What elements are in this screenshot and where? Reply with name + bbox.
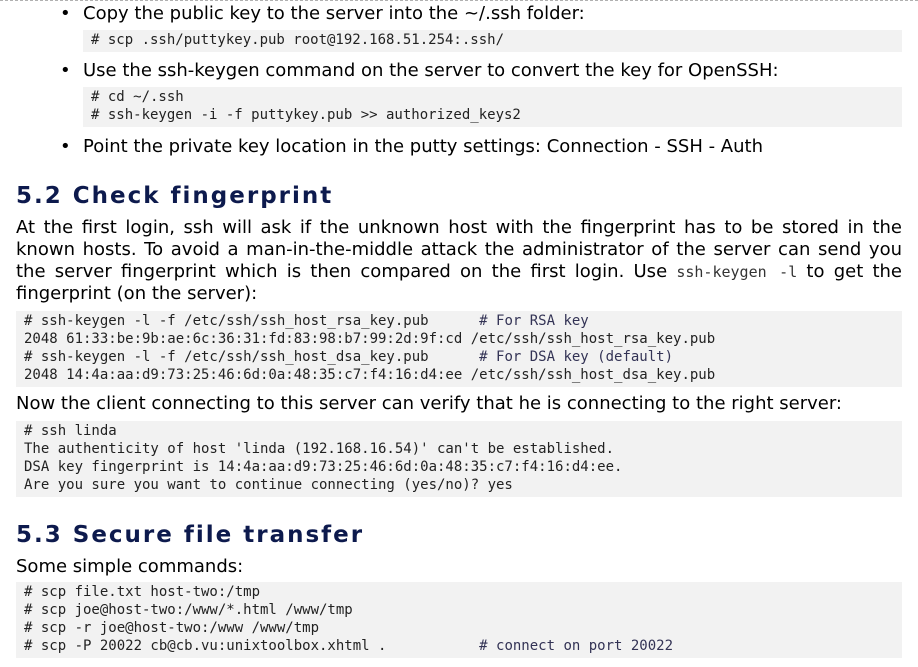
code-line: Are you sure you want to continue connec… xyxy=(24,477,513,493)
document-body: Copy the public key to the server into t… xyxy=(16,0,902,658)
fingerprint-intro-paragraph: At the first login, ssh will ask if the … xyxy=(16,217,902,304)
code-line: # scp -r joe@host-two:/www /www/tmp xyxy=(24,620,320,636)
code-line: DSA key fingerprint is 14:4a:aa:d9:73:25… xyxy=(24,459,623,475)
list-item: Copy the public key to the server into t… xyxy=(16,2,902,26)
section-heading-check-fingerprint: 5.2 Check fingerprint xyxy=(16,183,334,209)
putty-steps-list: Point the private key location in the pu… xyxy=(16,135,902,159)
list-item-text: Use the ssh-keygen command on the server… xyxy=(83,60,779,81)
code-line: # ssh-keygen -l -f /etc/ssh/ssh_host_dsa… xyxy=(24,349,674,365)
code-line: The authenticity of host 'linda (192.168… xyxy=(24,441,615,457)
code-block-fingerprint[interactable]: # ssh-keygen -l -f /etc/ssh/ssh_host_rsa… xyxy=(16,311,902,387)
code-line: # scp joe@host-two:/www/*.html /www/tmp xyxy=(24,602,353,618)
list-item-text: Copy the public key to the server into t… xyxy=(83,3,585,24)
inline-code-ssh-keygen: ssh-keygen -l xyxy=(676,263,798,281)
code-line: # scp .ssh/puttykey.pub root@192.168.51.… xyxy=(91,32,505,48)
code-block-keygen-convert[interactable]: # cd ~/.ssh # ssh-keygen -i -f puttykey.… xyxy=(83,87,902,127)
code-line: 2048 61:33:be:9b:ae:6c:36:31:fd:83:98:b7… xyxy=(24,331,716,347)
code-line: # cd ~/.ssh xyxy=(91,89,184,105)
putty-steps-list: Copy the public key to the server into t… xyxy=(16,0,902,26)
list-item: Use the ssh-keygen command on the server… xyxy=(16,59,902,83)
code-line: # scp file.txt host-two:/tmp xyxy=(24,584,261,600)
code-line: # scp -P 20022 cb@cb.vu:unixtoolbox.xhtm… xyxy=(24,638,674,654)
section-heading-secure-file-transfer: 5.3 Secure file transfer xyxy=(16,522,365,548)
code-line: 2048 14:4a:aa:d9:73:25:46:6d:0a:48:35:c7… xyxy=(24,367,716,383)
code-line: # ssh-keygen -i -f puttykey.pub >> autho… xyxy=(91,107,521,123)
simple-commands-intro: Some simple commands: xyxy=(16,556,244,577)
client-verify-paragraph: Now the client connecting to this server… xyxy=(16,393,842,414)
code-line: # ssh linda xyxy=(24,423,117,439)
putty-steps-list: Use the ssh-keygen command on the server… xyxy=(16,59,902,83)
code-line: # ssh-keygen -l -f /etc/ssh/ssh_host_rsa… xyxy=(24,313,589,329)
code-block-scp-key[interactable]: # scp .ssh/puttykey.pub root@192.168.51.… xyxy=(83,30,902,52)
list-item: Point the private key location in the pu… xyxy=(16,135,902,159)
list-item-text: Point the private key location in the pu… xyxy=(83,136,763,157)
code-block-scp-examples[interactable]: # scp file.txt host-two:/tmp # scp joe@h… xyxy=(16,582,902,658)
code-block-ssh-linda[interactable]: # ssh linda The authenticity of host 'li… xyxy=(16,421,902,497)
